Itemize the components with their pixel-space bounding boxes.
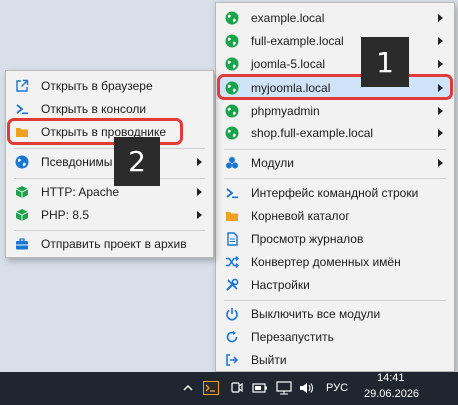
- menu-item-label: Корневой каталог: [251, 209, 350, 223]
- menu-separator: [224, 300, 446, 301]
- menu-item-label: Отправить проект в архив: [41, 237, 187, 251]
- menu-item-joomla-5-local[interactable]: joomla-5.local: [217, 53, 453, 75]
- menu-item-label: PHP: 8.5: [41, 208, 90, 222]
- menu-item-full-example-local[interactable]: full-example.local: [217, 30, 453, 52]
- menu-item-label: Настройки: [251, 278, 310, 292]
- menu-item-label: shop.full-example.local: [251, 126, 374, 140]
- menu-item-label: Просмотр журналов: [251, 232, 364, 246]
- battery-icon[interactable]: [252, 380, 268, 396]
- menu-item-stop-all-modules[interactable]: Выключить все модули: [217, 303, 453, 325]
- terminal-tray-icon[interactable]: [203, 380, 219, 396]
- menu-item-label: phpmyadmin: [251, 104, 320, 118]
- document-icon: [225, 232, 239, 246]
- menu-item-label: Перезапустить: [251, 330, 334, 344]
- shuffle-icon: [225, 255, 239, 269]
- clock-time[interactable]: 14:41: [377, 372, 405, 384]
- highlight-myjoomla: [217, 74, 453, 100]
- menu-item-restart[interactable]: Перезапустить: [217, 326, 453, 348]
- briefcase-icon: [15, 237, 29, 251]
- chevron-right-icon: [438, 14, 443, 22]
- globe-icon: [225, 104, 239, 118]
- menu-item-cli[interactable]: Интерфейс командной строки: [217, 182, 453, 204]
- chevron-right-icon: [197, 188, 202, 196]
- menu-item-example-local[interactable]: example.local: [217, 7, 453, 29]
- globe-icon: [15, 155, 29, 169]
- menu-item-label: Открыть в консоли: [41, 102, 147, 116]
- menu-separator: [224, 178, 446, 179]
- menu-item-label: joomla-5.local: [251, 57, 326, 71]
- cube-icon: [15, 208, 29, 222]
- menu-item-open-in-browser[interactable]: Открыть в браузере: [7, 75, 212, 97]
- chevron-right-icon: [197, 158, 202, 166]
- menu-separator: [14, 230, 205, 231]
- menu-item-label: Интерфейс командной строки: [251, 186, 419, 200]
- camera-icon[interactable]: [229, 380, 245, 396]
- annotation-badge-2: 2: [114, 137, 160, 186]
- globe-icon: [225, 34, 239, 48]
- clock-date[interactable]: 29.06.2026: [364, 388, 419, 400]
- chevron-up-icon[interactable]: [180, 380, 196, 396]
- annotation-badge-1: 1: [361, 37, 409, 87]
- menu-item-archive-project[interactable]: Отправить проект в архив: [7, 233, 212, 255]
- menu-item-label: HTTP: Apache: [41, 185, 120, 199]
- exit-icon: [225, 353, 239, 367]
- external-link-icon: [15, 79, 29, 93]
- folder-icon: [225, 209, 239, 223]
- terminal-icon: [15, 102, 29, 116]
- menu-item-label: full-example.local: [251, 34, 344, 48]
- context-menu-sub: Открыть в браузере Открыть в консоли Отк…: [5, 70, 214, 258]
- language-indicator[interactable]: РУС: [326, 382, 348, 394]
- chevron-right-icon: [438, 159, 443, 167]
- menu-item-label: Конвертер доменных имён: [251, 255, 401, 269]
- globe-icon: [225, 57, 239, 71]
- menu-item-exit[interactable]: Выйти: [217, 349, 453, 371]
- menu-item-open-in-console[interactable]: Открыть в консоли: [7, 98, 212, 120]
- taskbar: РУС 14:41 29.06.2026: [0, 372, 458, 405]
- globe-icon: [225, 11, 239, 25]
- menu-item-view-logs[interactable]: Просмотр журналов: [217, 228, 453, 250]
- chevron-right-icon: [197, 211, 202, 219]
- globe-icon: [225, 126, 239, 140]
- menu-item-shop-full-example-local[interactable]: shop.full-example.local: [217, 122, 453, 144]
- power-icon: [225, 307, 239, 321]
- menu-item-label: Открыть в браузере: [41, 79, 153, 93]
- menu-item-label: Выйти: [251, 353, 287, 367]
- menu-item-php[interactable]: PHP: 8.5: [7, 204, 212, 226]
- context-menu-main: example.local full-example.local joomla-…: [215, 2, 455, 372]
- network-icon[interactable]: [276, 380, 292, 396]
- menu-separator: [14, 148, 205, 149]
- cube-icon: [15, 185, 29, 199]
- volume-icon[interactable]: [299, 380, 315, 396]
- menu-item-phpmyadmin[interactable]: phpmyadmin: [217, 100, 453, 122]
- menu-item-label: Модули: [251, 156, 294, 170]
- modules-icon: [225, 156, 239, 170]
- menu-item-aliases[interactable]: Псевдонимы: [7, 151, 212, 173]
- menu-separator: [224, 149, 446, 150]
- chevron-right-icon: [438, 107, 443, 115]
- menu-item-domain-converter[interactable]: Конвертер доменных имён: [217, 251, 453, 273]
- restart-icon: [225, 330, 239, 344]
- menu-item-label: Псевдонимы: [41, 155, 113, 169]
- tools-icon: [225, 278, 239, 292]
- menu-item-root-folder[interactable]: Корневой каталог: [217, 205, 453, 227]
- chevron-right-icon: [438, 37, 443, 45]
- menu-item-label: example.local: [251, 11, 325, 25]
- menu-item-modules[interactable]: Модули: [217, 152, 453, 174]
- menu-item-settings[interactable]: Настройки: [217, 274, 453, 296]
- chevron-right-icon: [438, 129, 443, 137]
- menu-item-http-apache[interactable]: HTTP: Apache: [7, 181, 212, 203]
- menu-separator: [14, 178, 205, 179]
- chevron-right-icon: [438, 60, 443, 68]
- menu-item-label: Выключить все модули: [251, 307, 381, 321]
- terminal-icon: [225, 186, 239, 200]
